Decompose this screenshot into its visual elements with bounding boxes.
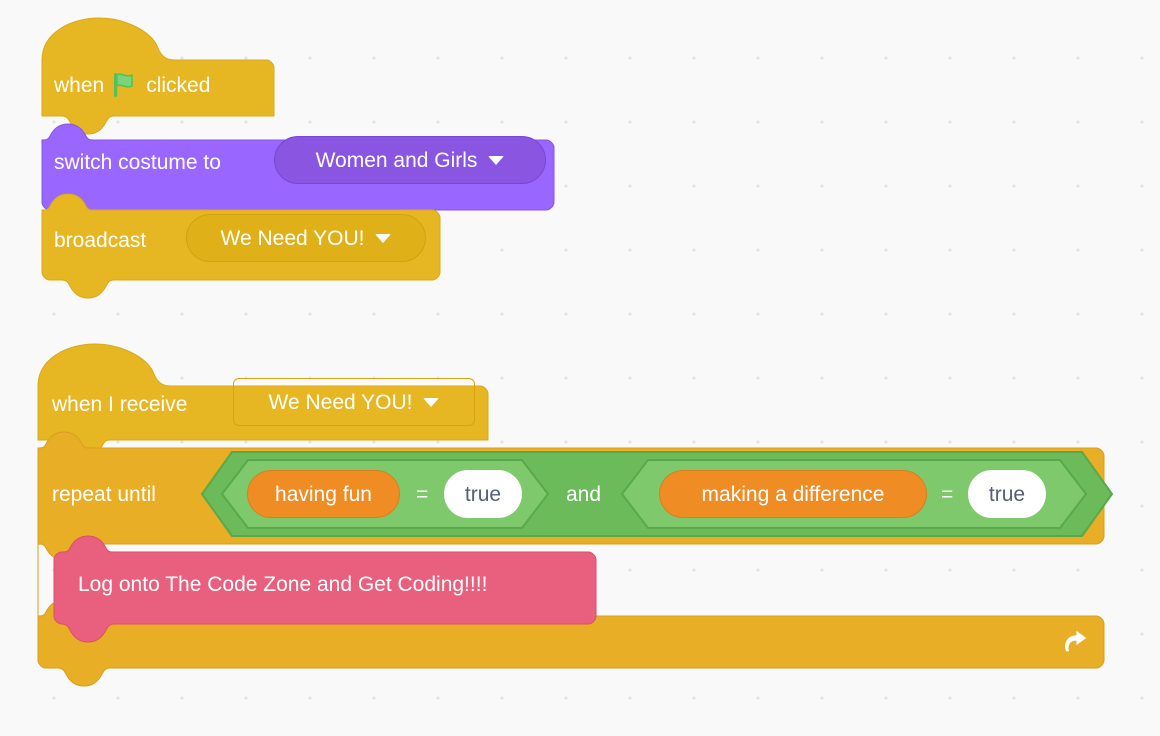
block-when-i-receive-shape <box>37 343 489 459</box>
block-broadcast-shape <box>41 193 441 299</box>
block-equals-operator-2-shape <box>620 459 1088 529</box>
block-workspace-canvas[interactable]: when clicked switch costume to Women and… <box>0 0 1160 736</box>
script-stack-2[interactable]: when I receive We Need YOU! repeat until… <box>0 330 1160 700</box>
script-stack-1[interactable]: when clicked switch costume to Women and… <box>0 0 600 300</box>
block-equals-operator-1-shape <box>220 459 550 529</box>
block-when-flag-clicked-shape <box>41 17 275 135</box>
